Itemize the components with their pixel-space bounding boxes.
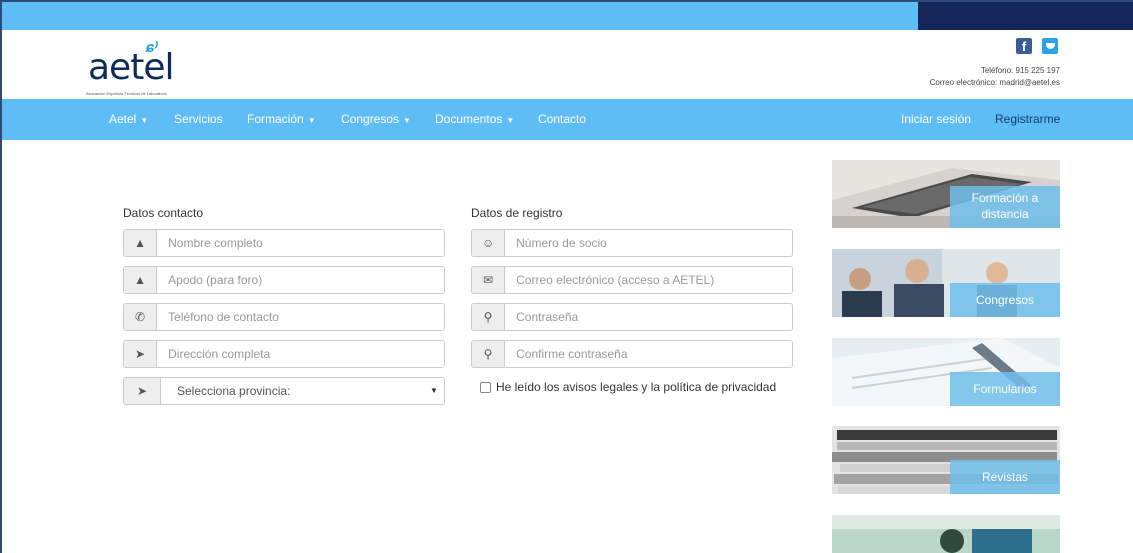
tile-caption: Revistas <box>950 460 1060 494</box>
password-input[interactable] <box>505 304 792 330</box>
full-name-input[interactable] <box>157 230 444 256</box>
province-select[interactable]: ➤ Selecciona provincia: ▼ <box>123 377 445 405</box>
nav-item-servicios[interactable]: Servicios <box>174 112 223 126</box>
password-field: ⚲ <box>471 303 793 331</box>
address-field: ➤ <box>123 340 445 368</box>
facebook-icon[interactable]: f <box>1016 38 1032 54</box>
nav-item-label: Documentos <box>435 112 503 126</box>
email-text: Correo electrónico: madrid@aetel.es <box>929 78 1060 87</box>
email-field: ✉ <box>471 266 793 294</box>
confirm-password-field: ⚲ <box>471 340 793 368</box>
register-link[interactable]: Registrarme <box>995 112 1060 126</box>
chevron-down-icon: ▼ <box>140 116 149 125</box>
location-arrow-icon: ➤ <box>124 341 158 367</box>
key-icon: ⚲ <box>472 304 506 330</box>
terms-checkbox-row[interactable]: He leído los avisos legales y la polític… <box>480 380 776 394</box>
terms-label: He leído los avisos legales y la polític… <box>496 380 777 394</box>
phone-field: ✆ <box>123 303 445 331</box>
lab-image <box>832 515 1060 553</box>
phone-input[interactable] <box>157 304 444 330</box>
registration-form-title: Datos de registro <box>471 206 563 220</box>
tile-congresos[interactable]: Congresos <box>832 249 1060 317</box>
tile-caption-line: Formación a <box>971 191 1039 205</box>
logo-text: aetel <box>88 47 174 88</box>
tile-formacion-distancia[interactable]: Formación a distancia <box>832 160 1060 228</box>
nav-item-contacto[interactable]: Contacto <box>538 112 586 126</box>
nickname-input[interactable] <box>157 267 444 293</box>
nav-item-label: Aetel <box>109 112 137 126</box>
login-link[interactable]: Iniciar sesión <box>901 112 971 126</box>
phone-icon: ✆ <box>124 304 158 330</box>
tile-caption: Formularios <box>950 372 1060 406</box>
member-number-input[interactable] <box>505 230 792 256</box>
user-icon: ▲ <box>124 267 158 293</box>
chevron-down-icon: ▼ <box>307 116 316 125</box>
user-icon: ▲ <box>124 230 158 256</box>
twitter-icon[interactable] <box>1042 38 1058 54</box>
nickname-field: ▲ <box>123 266 445 294</box>
chevron-down-icon: ▼ <box>506 116 515 125</box>
contact-form-title: Datos contacto <box>123 206 204 220</box>
logo-tagline: Asociación Española Técnicos de Laborato… <box>86 91 168 96</box>
envelope-icon: ✉ <box>472 267 506 293</box>
nav-item-congresos[interactable]: Congresos ▼ <box>341 112 411 126</box>
logo[interactable]: ɕ⁾ aetel Asociación Española Técnicos de… <box>84 38 204 96</box>
location-arrow-icon: ➤ <box>124 378 161 404</box>
tile-caption-line: distancia <box>981 207 1029 221</box>
province-select-value: Selecciona provincia: <box>177 384 291 398</box>
nav-item-label: Congresos <box>341 112 400 126</box>
nav-item-label: Formación <box>247 112 304 126</box>
nav-item-documentos[interactable]: Documentos ▼ <box>435 112 514 126</box>
phone-text: Teléfono: 915 225 197 <box>980 66 1060 75</box>
main-nav: Aetel ▼ Servicios Formación ▼ Congresos ▼ D… <box>2 99 1133 140</box>
nav-item-aetel[interactable]: Aetel ▼ <box>109 112 148 126</box>
tile-caption: Congresos <box>950 283 1060 317</box>
top-strip <box>2 2 1133 30</box>
nav-item-label: Contacto <box>538 112 587 126</box>
top-strip-dark <box>918 2 1133 30</box>
tile-revistas[interactable]: Revistas <box>832 426 1060 494</box>
chevron-down-icon: ▼ <box>403 116 411 125</box>
site-header: ɕ⁾ aetel Asociación Española Técnicos de… <box>2 30 1133 99</box>
address-input[interactable] <box>157 341 444 367</box>
user-circle-icon: ☺ <box>472 230 506 256</box>
member-number-field: ☺ <box>471 229 793 257</box>
full-name-field: ▲ <box>123 229 445 257</box>
chevron-down-icon: ▼ <box>430 386 438 395</box>
terms-checkbox[interactable] <box>480 381 491 393</box>
tile-partial[interactable] <box>832 515 1060 553</box>
nav-item-label: Servicios <box>174 112 223 126</box>
nav-item-formacion[interactable]: Formación ▼ <box>247 112 316 126</box>
email-input[interactable] <box>505 267 792 293</box>
confirm-password-input[interactable] <box>505 341 792 367</box>
key-icon: ⚲ <box>472 341 506 367</box>
tile-caption: Formación a distancia <box>950 186 1060 228</box>
page-frame: ɕ⁾ aetel Asociación Española Técnicos de… <box>0 0 1133 553</box>
tile-formularios[interactable]: Formularios <box>832 338 1060 406</box>
